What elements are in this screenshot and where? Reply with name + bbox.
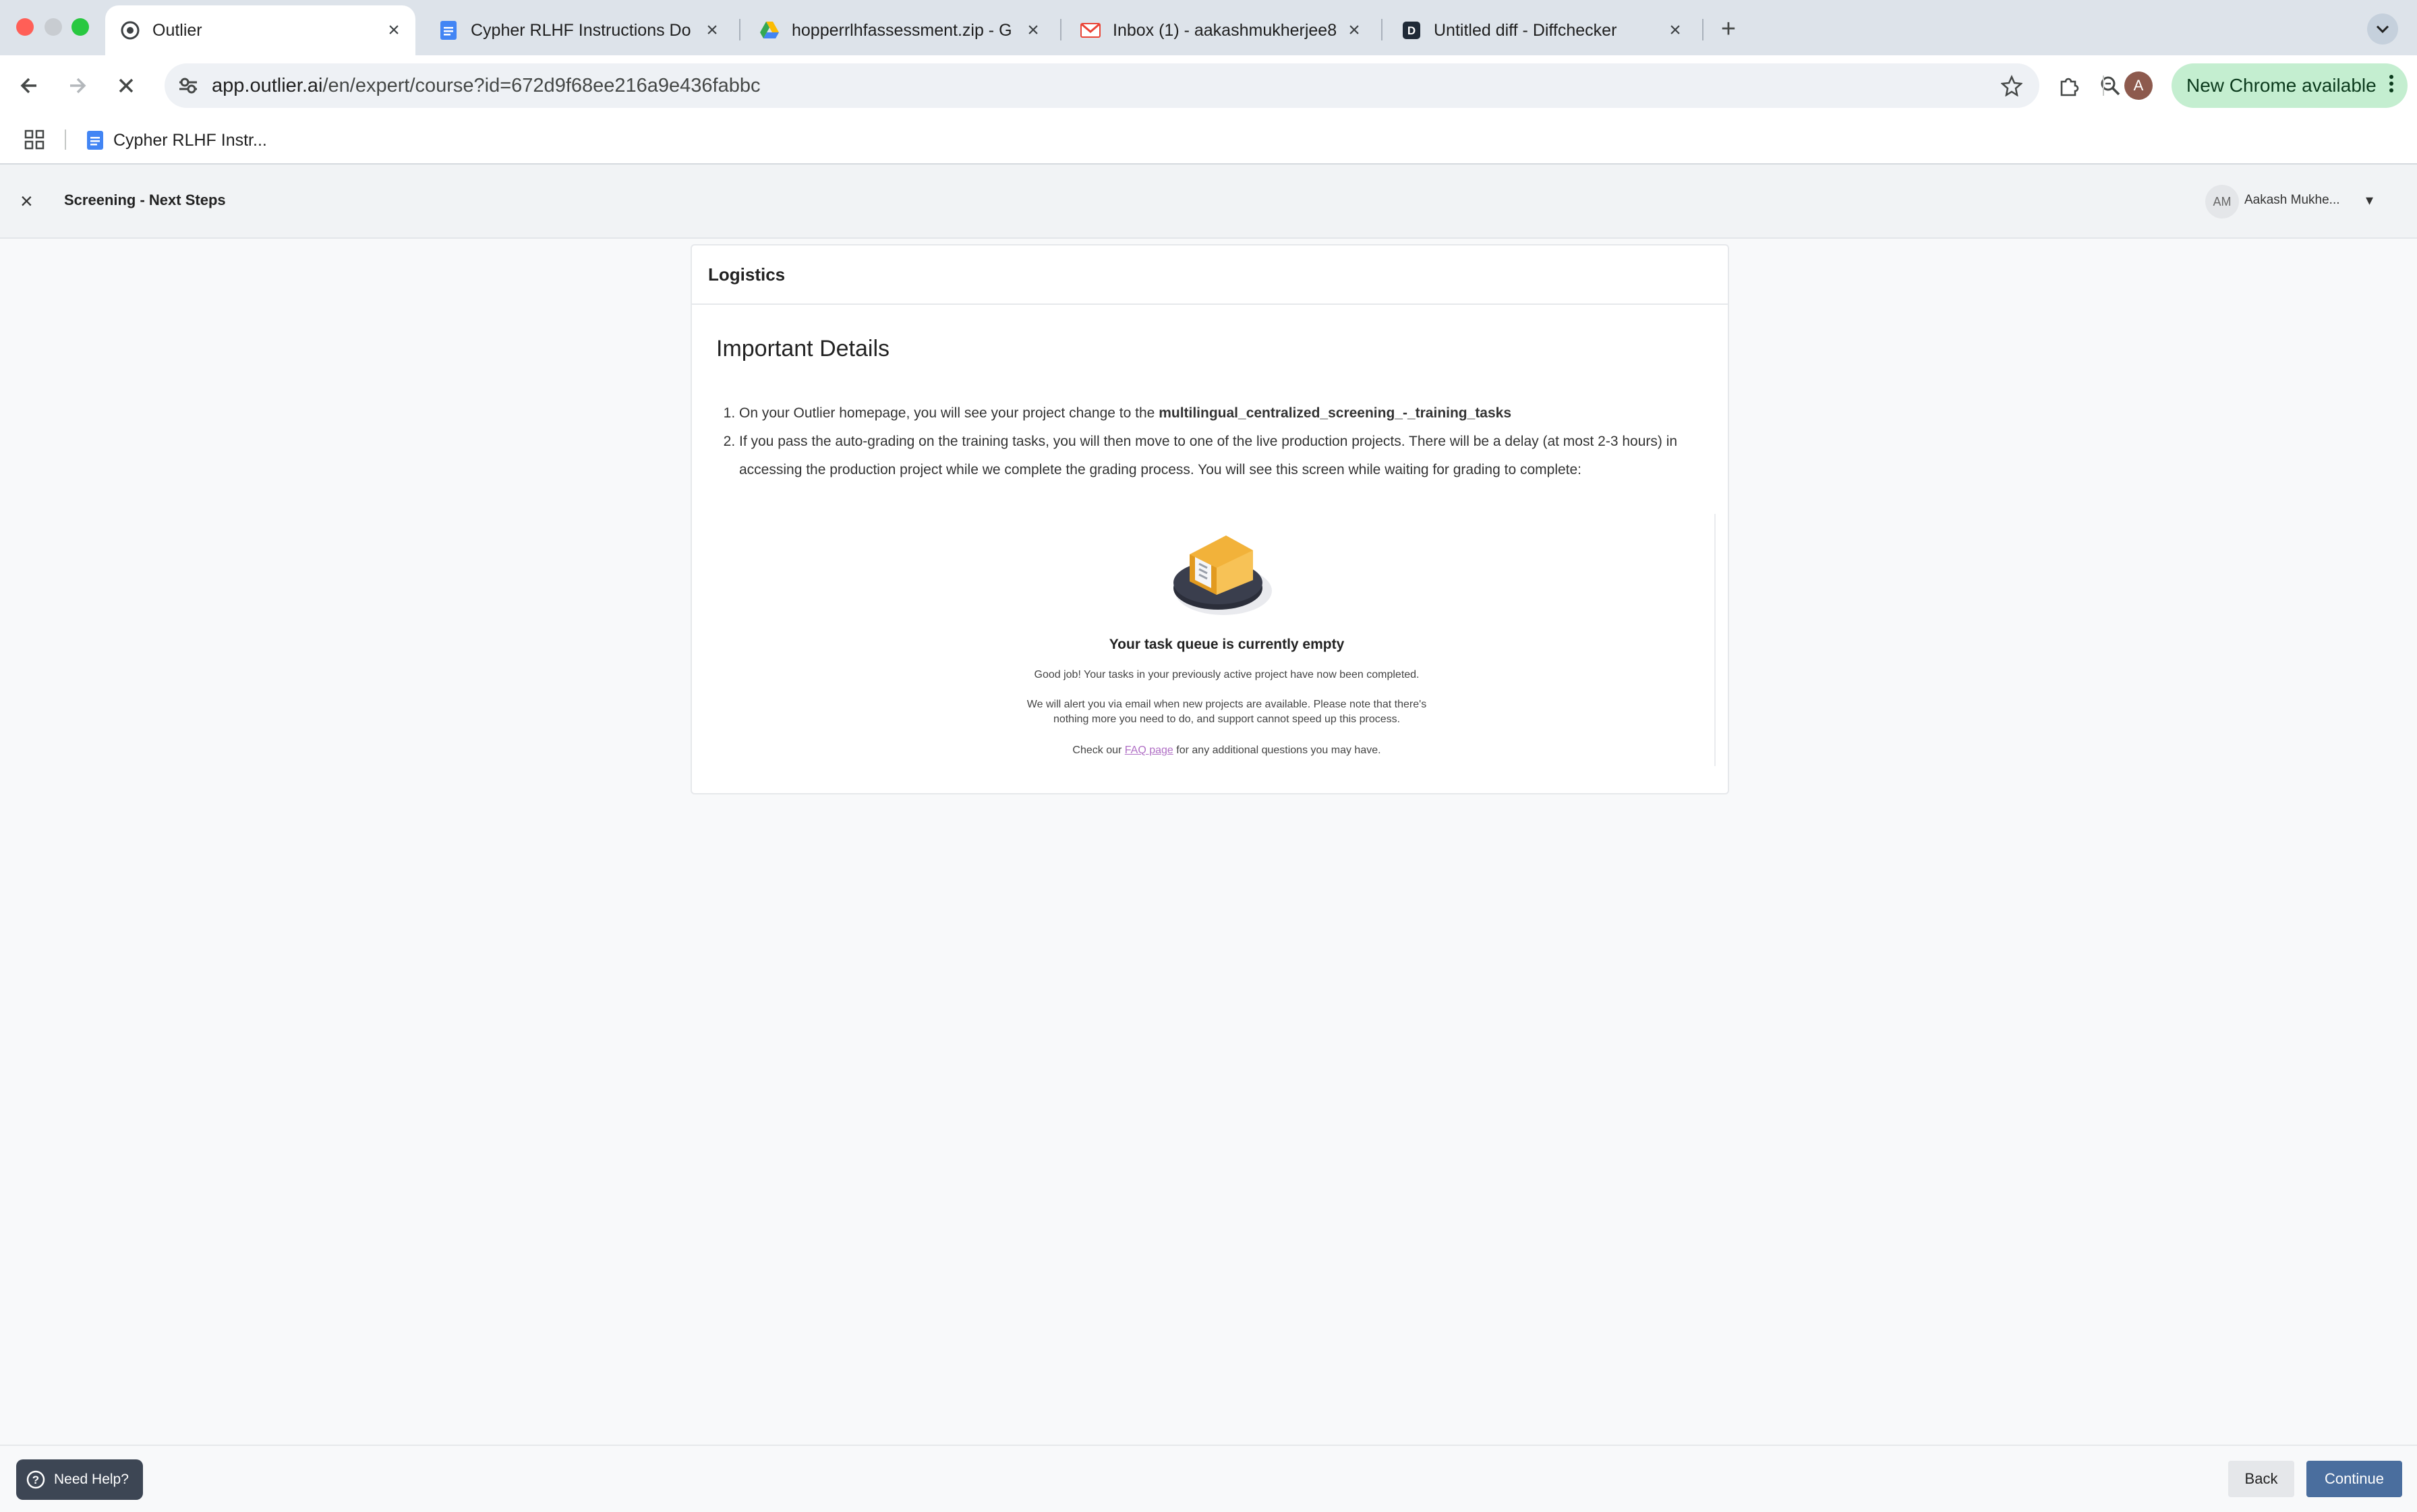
empty-queue-screenshot: Your task queue is currently empty Good … [739, 514, 1716, 766]
svg-text:D: D [1407, 24, 1416, 37]
list-item: On your Outlier homepage, you will see y… [739, 399, 1730, 428]
google-docs-icon [86, 130, 104, 150]
page-title: Screening - Next Steps [64, 192, 226, 208]
item-text: If you pass the auto-grading on the trai… [739, 434, 1678, 477]
bookmark-label: Cypher RLHF Instr... [113, 130, 267, 150]
tab-search-icon[interactable] [2367, 13, 2398, 45]
bookmark-divider [65, 129, 66, 150]
help-circle-icon: ? [26, 1470, 46, 1490]
section-heading: Important Details [716, 336, 890, 361]
item-text: On your Outlier homepage, you will see y… [739, 405, 1159, 421]
tab-title: Untitled diff - Diffchecker [1434, 20, 1617, 40]
faq-line: Check our FAQ page for any additional qu… [739, 743, 1714, 758]
google-docs-icon [438, 20, 459, 40]
address-bar[interactable]: app.outlier.ai/en/expert/course?id=672d9… [165, 63, 2120, 108]
footer-bar: ? Need Help? Back Continue [0, 1445, 2417, 1512]
browser-toolbar: app.outlier.ai/en/expert/course?id=672d9… [0, 55, 2417, 116]
url-host: app.outlier.ai [212, 75, 323, 96]
tab-title: Outlier [152, 20, 202, 40]
url-path: /en/expert/course?id=672d9f68ee216a9e436… [322, 75, 761, 96]
back-arrow-icon[interactable] [13, 70, 45, 101]
faq-prefix: Check our [1072, 745, 1125, 756]
gmail-icon [1080, 20, 1101, 40]
user-name[interactable]: Aakash Mukhe... [2244, 193, 2340, 208]
window-close-button[interactable] [16, 18, 34, 36]
continue-button[interactable]: Continue [2306, 1461, 2402, 1497]
browser-tab-docs[interactable]: Cypher RLHF Instructions Do × [424, 5, 734, 55]
card-header: Logistics [692, 245, 1728, 305]
empty-queue-line: We will alert you via email when new pro… [1026, 699, 1427, 710]
close-icon[interactable]: × [700, 18, 724, 42]
site-settings-icon[interactable] [177, 74, 200, 97]
chevron-down-icon[interactable]: ▾ [2366, 192, 2373, 209]
empty-folder-illustration-icon [1164, 521, 1283, 625]
tab-separator [739, 19, 740, 40]
profile-avatar[interactable]: A [2124, 71, 2153, 100]
tab-strip: Outlier × Cypher RLHF Instructions Do × … [0, 0, 2417, 55]
new-chrome-label: New Chrome available [2186, 75, 2377, 96]
tab-separator [1381, 19, 1382, 40]
tab-title: hopperrlhfassessment.zip - G [792, 20, 1012, 40]
close-icon[interactable]: × [382, 18, 406, 42]
list-item: If you pass the auto-grading on the trai… [739, 428, 1730, 484]
close-icon[interactable]: × [1342, 18, 1366, 42]
browser-tab-outlier[interactable]: Outlier × [105, 5, 415, 55]
more-vert-icon [2389, 74, 2394, 98]
new-tab-icon[interactable]: + [1713, 13, 1744, 45]
empty-queue-line: Good job! Your tasks in your previously … [1034, 669, 1420, 680]
window-maximize-button[interactable] [71, 18, 89, 36]
new-chrome-available-button[interactable]: New Chrome available [2172, 63, 2408, 108]
zoom-icon[interactable] [2097, 73, 2123, 98]
browser-tab-gmail[interactable]: Inbox (1) - aakashmukherjee8 × [1066, 5, 1376, 55]
faq-suffix: for any additional questions you may hav… [1173, 745, 1381, 756]
extensions-puzzle-icon[interactable] [2053, 70, 2084, 101]
browser-tab-drive[interactable]: hopperrlhfassessment.zip - G × [745, 5, 1055, 55]
close-icon[interactable]: × [1021, 18, 1045, 42]
toolbar-divider [2103, 76, 2104, 96]
stop-loading-icon[interactable] [111, 70, 142, 101]
tab-title: Inbox (1) - aakashmukherjee8 [1113, 20, 1337, 40]
apps-grid-icon[interactable] [23, 128, 46, 151]
project-name: multilingual_centralized_screening_-_tra… [1159, 405, 1512, 421]
diffchecker-icon: D [1401, 20, 1422, 40]
need-help-button[interactable]: ? Need Help? [16, 1459, 143, 1500]
avatar[interactable]: AM [2205, 185, 2239, 219]
section-label: Logistics [708, 264, 786, 285]
forward-arrow-icon[interactable] [62, 70, 93, 101]
browser-tab-diffchecker[interactable]: D Untitled diff - Diffchecker × [1387, 5, 1697, 55]
content-card: Logistics Important Details On your Outl… [691, 244, 1729, 794]
bookmarks-bar: Cypher RLHF Instr... [0, 116, 2417, 165]
app-header: × Screening - Next Steps AM Aakash Mukhe… [0, 165, 2417, 239]
faq-link[interactable]: FAQ page [1125, 745, 1173, 756]
close-icon[interactable]: × [1663, 18, 1687, 42]
bookmark-item-cypher[interactable]: Cypher RLHF Instr... [86, 127, 267, 154]
tab-separator [1060, 19, 1061, 40]
empty-queue-line: nothing more you need to do, and support… [1053, 714, 1401, 725]
svg-text:?: ? [32, 1474, 39, 1486]
bookmark-star-icon[interactable] [1999, 73, 2025, 98]
close-icon[interactable]: × [20, 189, 33, 214]
details-list: On your Outlier homepage, you will see y… [716, 399, 1730, 484]
outlier-logo-icon [120, 20, 140, 40]
empty-queue-title: Your task queue is currently empty [1109, 637, 1345, 652]
back-button[interactable]: Back [2228, 1461, 2294, 1497]
window-minimize-button[interactable] [45, 18, 62, 36]
tab-title: Cypher RLHF Instructions Do [471, 20, 691, 40]
need-help-label: Need Help? [54, 1472, 129, 1487]
tab-separator [1702, 19, 1703, 40]
url-text: app.outlier.ai/en/expert/course?id=672d9… [212, 75, 761, 97]
google-drive-icon [759, 20, 780, 40]
